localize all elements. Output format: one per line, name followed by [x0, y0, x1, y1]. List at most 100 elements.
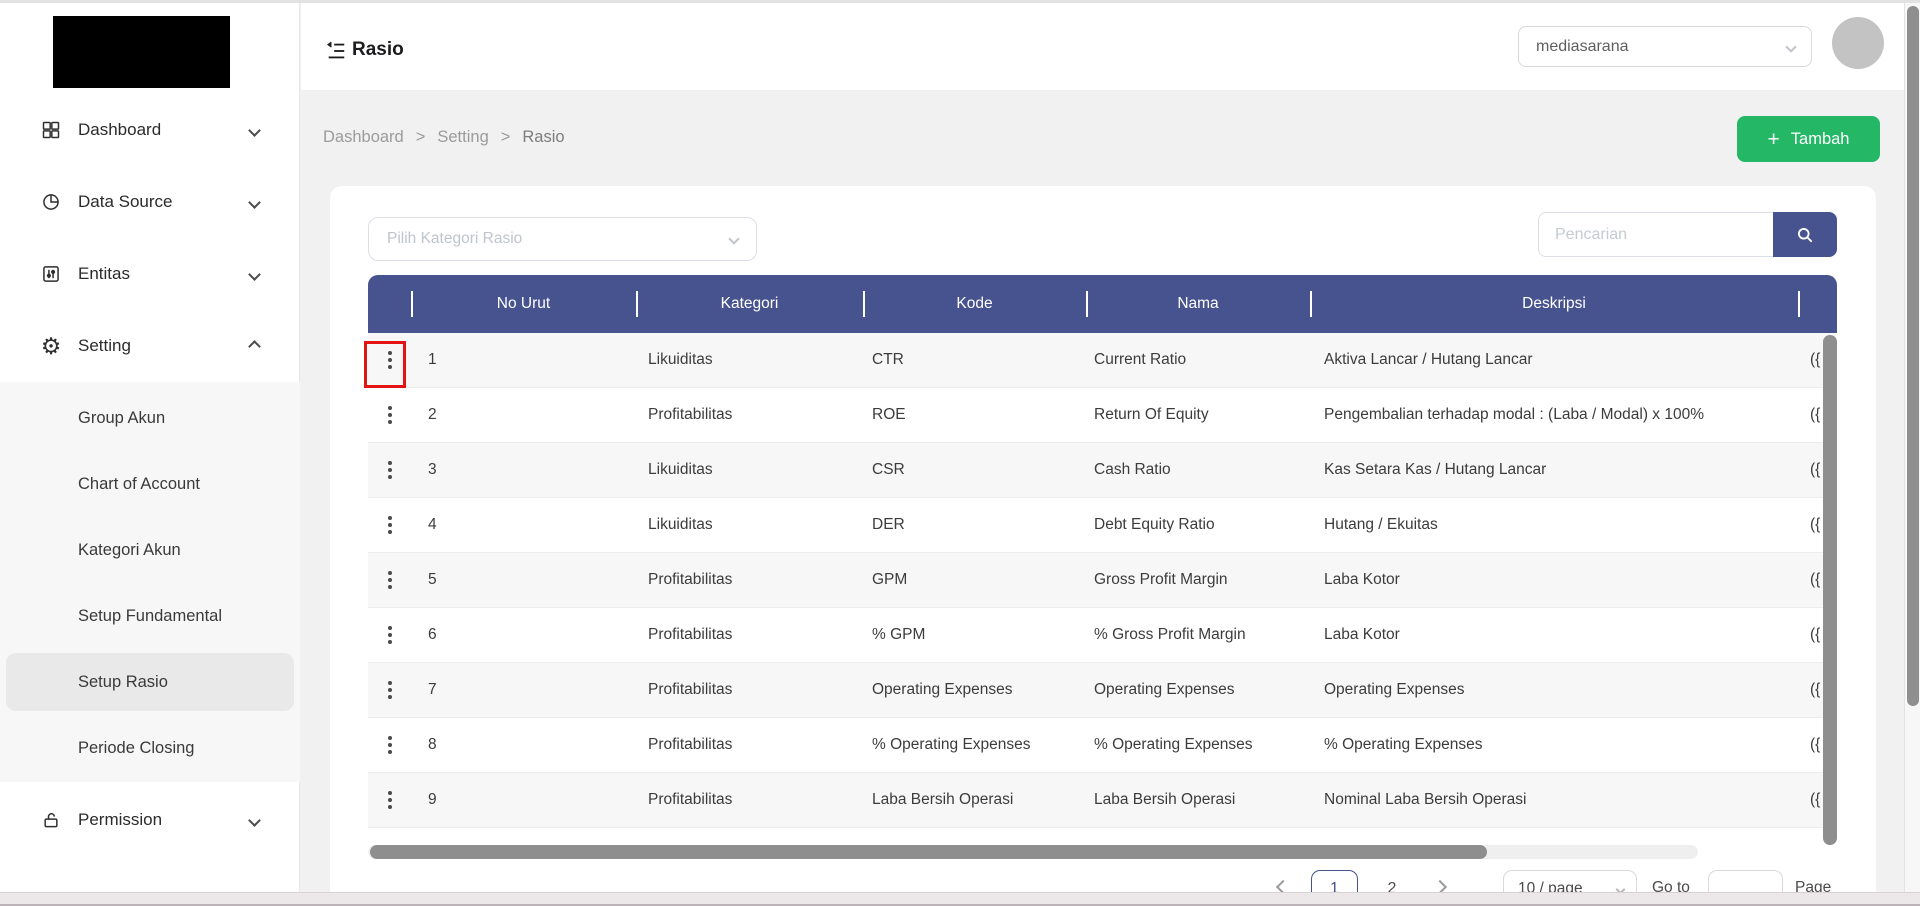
cell-deskripsi: Laba Kotor	[1310, 571, 1798, 589]
page-horizontal-scrollbar-track[interactable]	[0, 892, 1920, 906]
row-actions-kebab-icon[interactable]	[378, 510, 402, 540]
pie-chart-icon	[40, 191, 62, 213]
table-row: 1 Likuiditas CTR Current Ratio Aktiva La…	[368, 333, 1837, 388]
cell-kategori: Likuiditas	[636, 351, 863, 369]
row-actions-kebab-icon[interactable]	[378, 565, 402, 595]
cell-no-urut: 3	[411, 461, 636, 479]
gear-icon: ⚙	[40, 335, 62, 357]
row-actions-kebab-icon[interactable]	[378, 400, 402, 430]
breadcrumb-setting[interactable]: Setting	[437, 128, 488, 147]
sub-item-label: Chart of Account	[78, 475, 200, 494]
cell-kategori: Likuiditas	[636, 461, 863, 479]
tenant-select-value: mediasarana	[1536, 38, 1629, 56]
tenant-select[interactable]: mediasarana	[1518, 26, 1812, 67]
app-window: Dashboard Data Source Entitas	[0, 0, 1920, 906]
row-actions-kebab-icon[interactable]	[378, 730, 402, 760]
cell-nama: Gross Profit Margin	[1086, 571, 1310, 589]
entity-sliders-icon	[40, 263, 62, 285]
row-actions-kebab-icon[interactable]	[378, 455, 402, 485]
search-input[interactable]	[1538, 212, 1773, 257]
cell-deskripsi: % Operating Expenses	[1310, 736, 1798, 754]
sidebar-item-dashboard[interactable]: Dashboard	[0, 106, 300, 154]
table-row: 7 Profitabilitas Operating Expenses Oper…	[368, 663, 1837, 718]
header-kode: Kode	[863, 275, 1086, 333]
breadcrumb-dashboard[interactable]: Dashboard	[323, 128, 404, 147]
cell-no-urut: 5	[411, 571, 636, 589]
chevron-down-icon	[248, 268, 261, 281]
cell-deskripsi: Hutang / Ekuitas	[1310, 516, 1798, 534]
cell-deskripsi: Laba Kotor	[1310, 626, 1798, 644]
page-vertical-scrollbar-track[interactable]	[1904, 0, 1920, 906]
avatar[interactable]	[1832, 17, 1884, 69]
sidebar-item-setting[interactable]: ⚙ Setting	[0, 322, 300, 370]
table-row: 4 Likuiditas DER Debt Equity Ratio Hutan…	[368, 498, 1837, 553]
cell-nama: % Operating Expenses	[1086, 736, 1310, 754]
cell-no-urut: 1	[411, 351, 636, 369]
window-top-edge	[0, 0, 1920, 3]
table-horizontal-scrollbar-track[interactable]	[368, 845, 1698, 859]
cell-nama: % Gross Profit Margin	[1086, 626, 1310, 644]
rasio-table: No Urut Kategori Kode Nama Deskripsi 1 L…	[368, 275, 1837, 828]
cell-nama: Operating Expenses	[1086, 681, 1310, 699]
header-kategori: Kategori	[636, 275, 863, 333]
rasio-card: Pilih Kategori Rasio ⚙	[330, 186, 1876, 906]
sidebar-item-kategori-akun[interactable]: Kategori Akun	[0, 521, 300, 579]
sidebar-item-setup-fundamental[interactable]: Setup Fundamental	[0, 587, 300, 645]
cell-kategori: Profitabilitas	[636, 791, 863, 809]
sidebar-item-chart-of-account[interactable]: Chart of Account	[0, 455, 300, 513]
table-row: 6 Profitabilitas % GPM % Gross Profit Ma…	[368, 608, 1837, 663]
header-no-urut: No Urut	[411, 275, 636, 333]
sidebar-item-group-akun[interactable]: Group Akun	[0, 389, 300, 447]
cell-kode: Operating Expenses	[863, 681, 1086, 699]
row-actions-kebab-icon[interactable]	[378, 675, 402, 705]
chevron-down-icon	[248, 814, 261, 827]
table-header-row: No Urut Kategori Kode Nama Deskripsi	[368, 275, 1837, 333]
sidebar-item-setup-rasio[interactable]: Setup Rasio	[6, 653, 294, 711]
sidebar-item-data-source[interactable]: Data Source	[0, 178, 300, 226]
cell-deskripsi: Operating Expenses	[1310, 681, 1798, 699]
lock-icon	[40, 809, 62, 831]
plus-icon: +	[1768, 129, 1780, 150]
cell-kategori: Profitabilitas	[636, 681, 863, 699]
cell-kategori: Profitabilitas	[636, 736, 863, 754]
cell-kode: DER	[863, 516, 1086, 534]
sidebar-item-label: Dashboard	[78, 120, 161, 140]
row-actions-kebab-icon[interactable]	[378, 620, 402, 650]
app-logo[interactable]	[53, 16, 230, 88]
page-title: Rasio	[352, 39, 404, 61]
sidebar-item-label: Setting	[78, 336, 131, 356]
chevron-down-icon	[1785, 41, 1796, 52]
header-deskripsi: Deskripsi	[1310, 275, 1798, 333]
cell-deskripsi: Nominal Laba Bersih Operasi	[1310, 791, 1798, 809]
breadcrumb-separator: >	[416, 128, 426, 147]
cell-nama: Current Ratio	[1086, 351, 1310, 369]
row-actions-kebab-icon[interactable]	[378, 785, 402, 815]
cell-kode: % Operating Expenses	[863, 736, 1086, 754]
table-vertical-scrollbar[interactable]	[1823, 335, 1837, 845]
sidebar-item-permission[interactable]: Permission	[0, 796, 300, 844]
cell-no-urut: 4	[411, 516, 636, 534]
dashboard-grid-icon	[40, 119, 62, 141]
category-filter-select[interactable]: Pilih Kategori Rasio	[368, 217, 757, 261]
cell-kode: ROE	[863, 406, 1086, 424]
sidebar-item-label: Permission	[78, 810, 162, 830]
sidebar-item-entitas[interactable]: Entitas	[0, 250, 300, 298]
table-row: 9 Profitabilitas Laba Bersih Operasi Lab…	[368, 773, 1837, 828]
sidebar-collapse-icon[interactable]	[325, 40, 347, 62]
table-horizontal-scrollbar-thumb[interactable]	[370, 845, 1487, 859]
sub-item-label: Setup Rasio	[78, 673, 168, 692]
cell-kategori: Profitabilitas	[636, 406, 863, 424]
sidebar: Dashboard Data Source Entitas	[0, 0, 300, 906]
setting-submenu: Group Akun Chart of Account Kategori Aku…	[0, 382, 300, 782]
page-vertical-scrollbar-thumb[interactable]	[1907, 6, 1919, 706]
cell-nama: Cash Ratio	[1086, 461, 1310, 479]
cell-kode: GPM	[863, 571, 1086, 589]
chevron-down-icon	[248, 196, 261, 209]
add-button[interactable]: + Tambah	[1737, 116, 1880, 162]
category-filter-placeholder: Pilih Kategori Rasio	[387, 230, 522, 248]
cell-nama: Debt Equity Ratio	[1086, 516, 1310, 534]
header-nama: Nama	[1086, 275, 1310, 333]
cell-deskripsi: Aktiva Lancar / Hutang Lancar	[1310, 351, 1798, 369]
sidebar-item-periode-closing[interactable]: Periode Closing	[0, 719, 300, 777]
search-button[interactable]	[1773, 212, 1837, 257]
